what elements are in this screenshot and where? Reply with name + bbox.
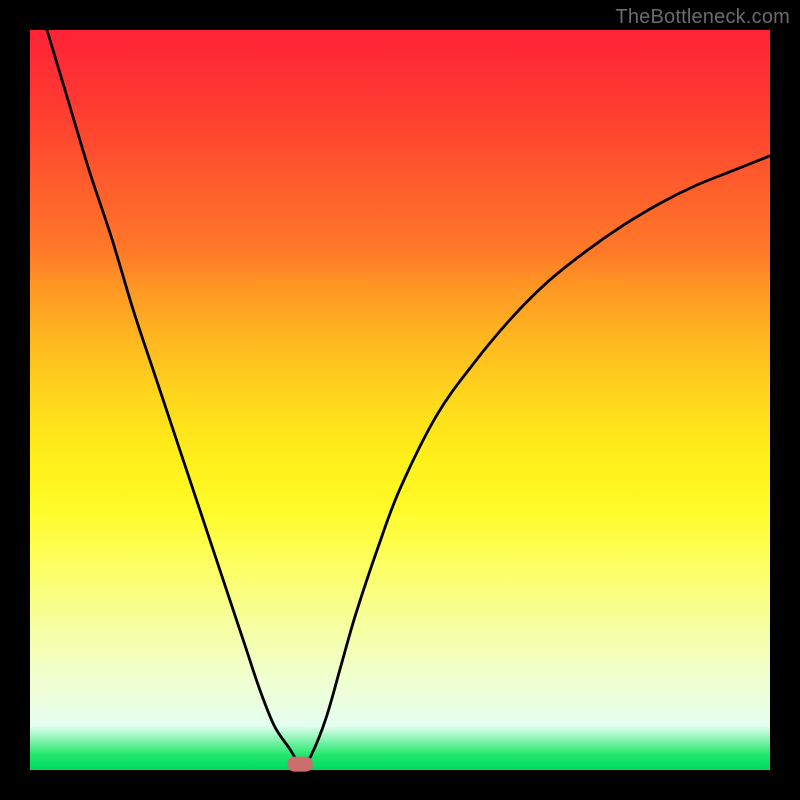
plot-area	[30, 30, 770, 770]
chart-frame: TheBottleneck.com	[0, 0, 800, 800]
watermark-label: TheBottleneck.com	[615, 6, 790, 29]
bottleneck-curve	[30, 0, 770, 763]
minimum-marker	[288, 757, 312, 771]
curve-layer	[30, 30, 770, 770]
